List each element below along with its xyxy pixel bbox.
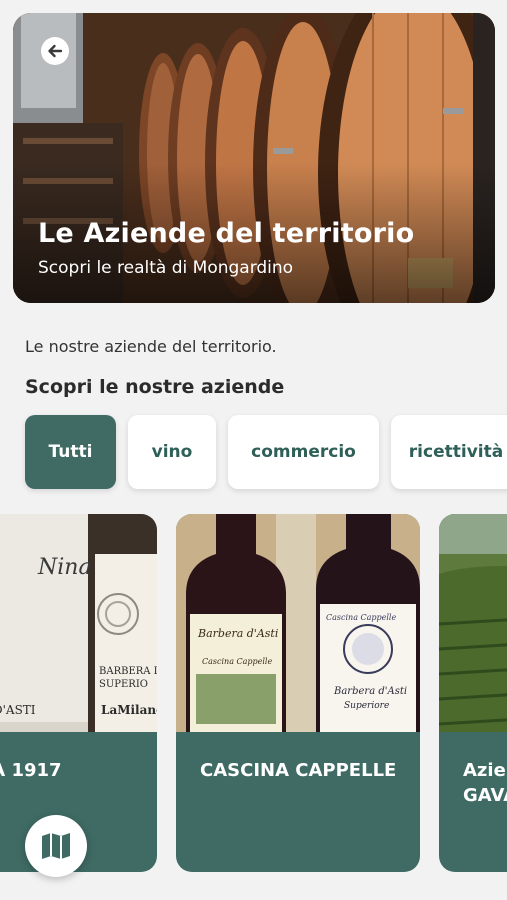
- company-card-anesa[interactable]: Nina BARBERA D SUPERIO D'ASTI LaMilano A…: [0, 514, 157, 872]
- card2-bottle1-producer: Cascina Cappelle: [202, 657, 272, 666]
- company-name: ANESA 1917: [0, 760, 62, 781]
- filter-chip-tutti[interactable]: Tutti: [25, 415, 116, 489]
- map-icon: [42, 833, 70, 859]
- card-photo-wine-labels: Nina BARBERA D SUPERIO D'ASTI LaMilano: [0, 514, 157, 732]
- filter-chip-vino[interactable]: vino: [128, 415, 216, 489]
- card2-bottle2-producer: Cascina Cappelle: [326, 613, 396, 622]
- back-button[interactable]: [41, 37, 69, 65]
- filter-chip-ricettivita[interactable]: ricettività: [391, 415, 507, 489]
- company-card-azienda-gava[interactable]: Azien GAVA: [439, 514, 507, 872]
- arrow-left-icon: [48, 44, 63, 58]
- card-photo-bottles: Barbera d'Asti Cascina Cappelle Cascina …: [176, 514, 420, 732]
- hero-banner: Le Aziende del territorio Scopri le real…: [13, 13, 495, 303]
- section-title: Scopri le nostre aziende: [25, 376, 285, 398]
- page-subtitle: Scopri le realtà di Mongardino: [38, 258, 294, 278]
- filter-chip-commercio[interactable]: commercio: [228, 415, 379, 489]
- intro-text: Le nostre aziende del territorio.: [25, 337, 277, 356]
- screen: Le Aziende del territorio Scopri le real…: [0, 0, 507, 900]
- card-photo-vineyard: [439, 514, 507, 732]
- page-title: Le Aziende del territorio: [38, 218, 415, 249]
- card2-bottle2-label: Barbera d'Asti: [333, 686, 407, 697]
- map-button[interactable]: [25, 815, 87, 877]
- card2-bottle2-superiore: Superiore: [344, 701, 389, 711]
- card1-label-lamilano: LaMilano: [101, 703, 157, 717]
- card1-label-barbera: BARBERA D: [99, 666, 157, 677]
- card1-label-dasti: D'ASTI: [0, 703, 36, 717]
- company-name: Azien GAVA: [463, 760, 507, 807]
- company-card-cascina-cappelle[interactable]: Barbera d'Asti Cascina Cappelle Cascina …: [176, 514, 420, 872]
- card1-label-nina: Nina: [37, 555, 92, 580]
- card1-label-superiore: SUPERIO: [99, 679, 148, 690]
- card2-bottle1-label: Barbera d'Asti: [197, 627, 278, 640]
- company-name: CASCINA CAPPELLE: [200, 760, 397, 781]
